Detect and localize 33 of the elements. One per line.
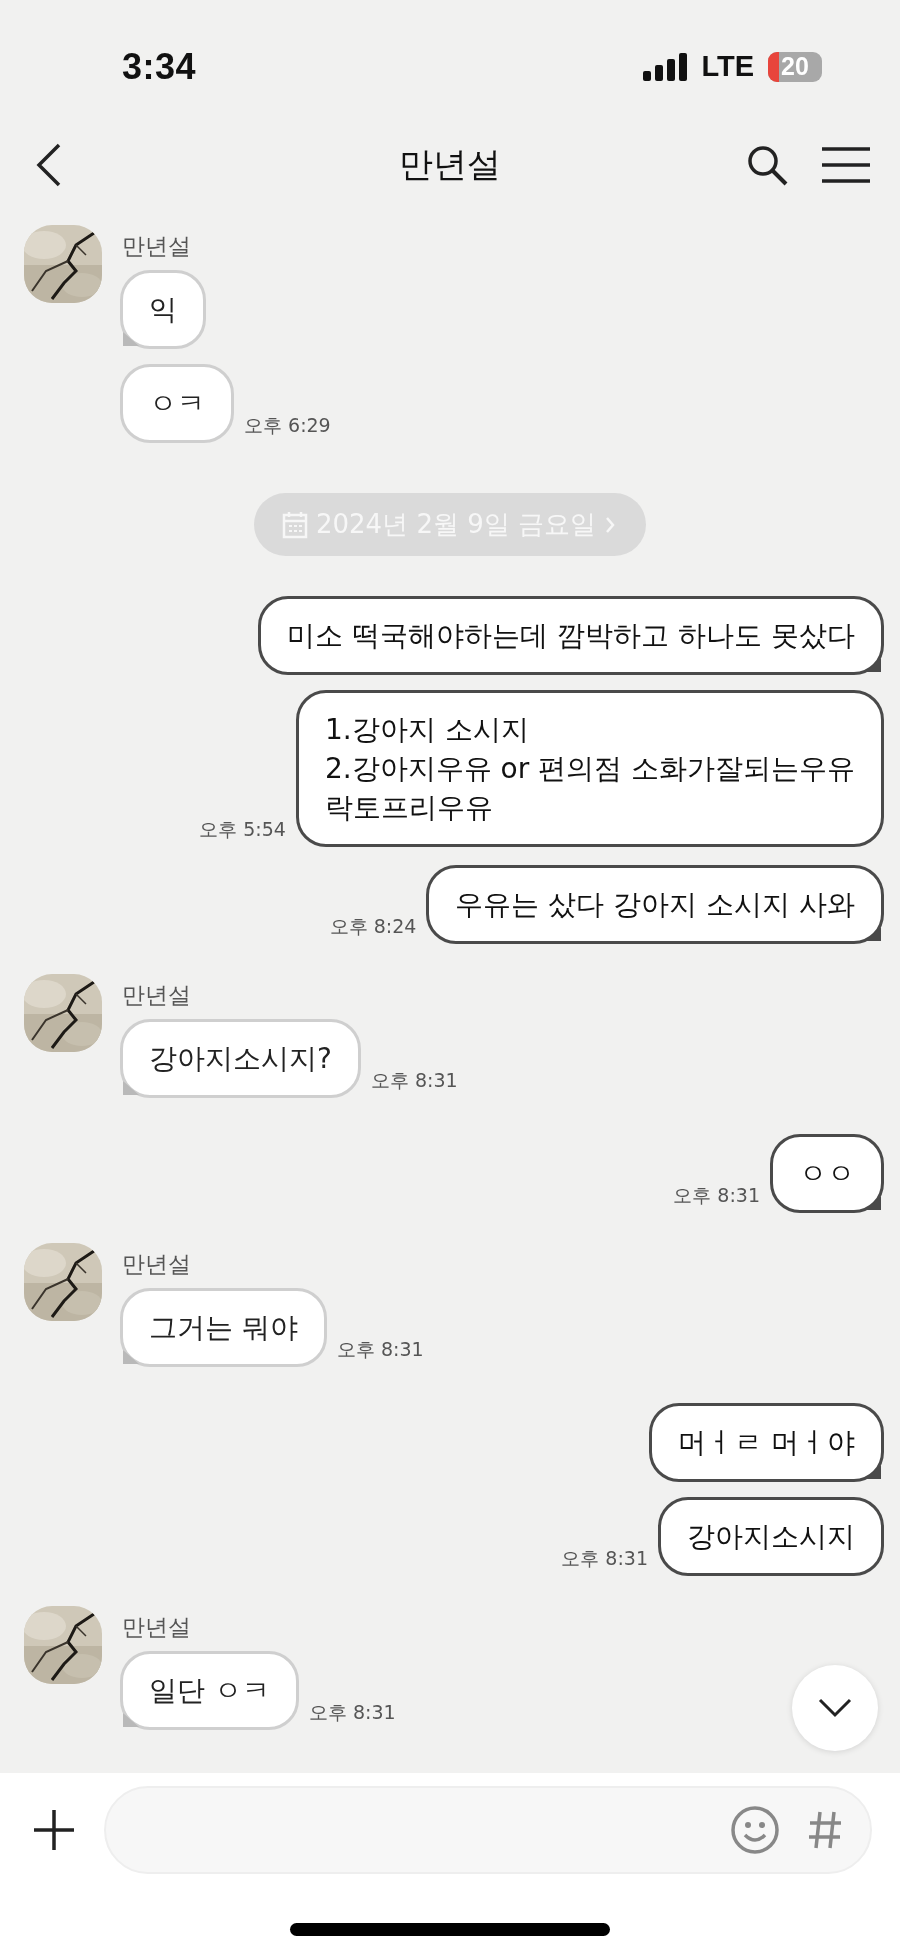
sender-name: 만년설 [122,232,192,261]
sender-name: 만년설 [122,1613,192,1642]
chevron-down-icon [818,1698,852,1718]
message-bubble: 그거는 뭐야 [120,1288,327,1367]
sender-name: 만년설 [122,1250,192,1279]
clock-time: 3:34 [122,45,197,88]
message-time: 오후 8:31 [308,1700,396,1725]
message-time: 오후 8:31 [370,1068,458,1093]
signal-icon [643,52,688,81]
message-bubble: ㅇㅇ [770,1134,884,1213]
message-time: 오후 8:31 [336,1337,424,1362]
message-time: 오후 8:31 [561,1546,648,1571]
emoji-button[interactable] [730,1805,780,1855]
message-bubble: 익 [120,270,206,349]
add-button[interactable] [34,1810,74,1850]
message-bubble: 머ㅓㄹ 머ㅓ야 [649,1403,884,1482]
message-bubble: ㅇㅋ [120,364,234,443]
message-bubble: 우유는 샀다 강아지 소시지 사와 [426,865,884,944]
message-time: 오후 6:29 [244,413,331,438]
message-bubble: 강아지소시지 [658,1497,884,1576]
network-label: LTE [701,50,754,83]
battery-indicator: 20 [768,51,822,82]
message-bubble: 미소 떡국해야하는데 깜박하고 하나도 못샀다 [258,596,884,675]
chat-title: 만년설 [399,144,501,184]
message-bubble: 일단 ㅇㅋ [120,1651,299,1730]
message-bubble: 1.강아지 소시지 2.강아지우유 or 편의점 소화가잘되는우유 락토프리우유 [295,690,884,847]
sender-name: 만년설 [122,981,192,1010]
message-time: 오후 5:54 [199,817,286,842]
message-time: 오후 8:31 [673,1183,760,1208]
hashtag-button[interactable] [808,1810,842,1850]
scroll-down-button[interactable] [792,1665,878,1751]
message-time: 오후 8:24 [329,914,417,939]
message-bubble: 강아지소시지? [120,1019,361,1098]
